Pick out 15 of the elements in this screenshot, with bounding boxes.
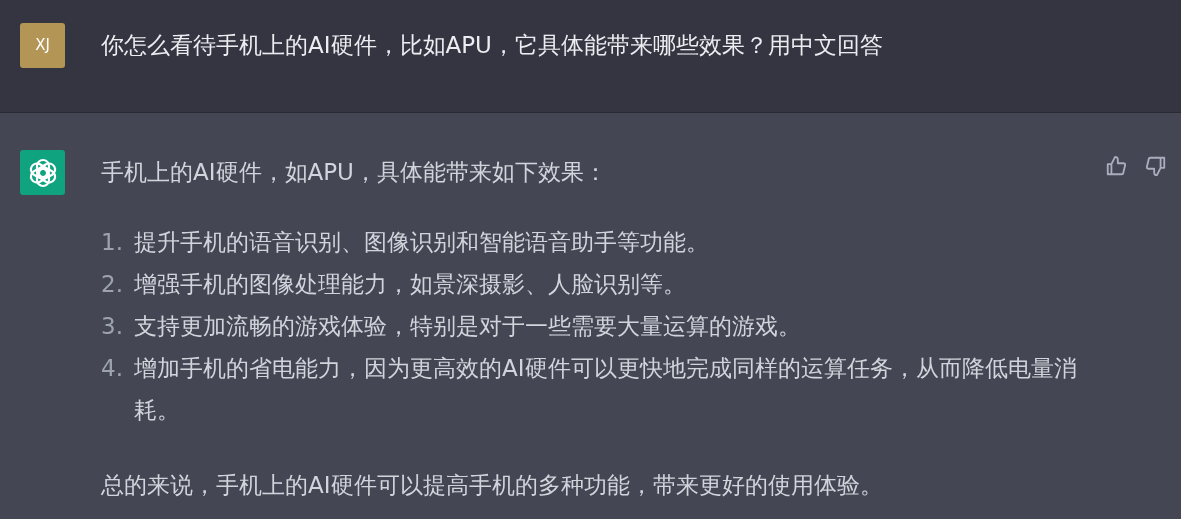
user-avatar: XJ <box>20 23 65 68</box>
list-number: 1. <box>101 228 124 257</box>
list-item: 增强手机的图像处理能力，如景深摄影、人脸识别等。 <box>134 270 687 299</box>
list-number: 2. <box>101 270 124 299</box>
list-item: 提升手机的语音识别、图像识别和智能语音助手等功能。 <box>134 228 710 257</box>
message-text: 手机上的AI硬件，如APU，具体能带来如下效果： <box>101 158 608 186</box>
list-item: 支持更加流畅的游戏体验，特别是对于一些需要大量运算的游戏。 <box>134 312 802 341</box>
list-number: 4. <box>101 354 124 383</box>
list-item: 增加手机的省电能力，因为更高效的AI硬件可以更快地完成同样的运算任务，从而降低电量消耗。 <box>134 354 1078 425</box>
thumbs-up-icon <box>1105 154 1127 177</box>
thumbs-down-icon <box>1145 154 1167 177</box>
thumbs-up-button[interactable] <box>1105 153 1127 177</box>
message-text: 总的来说，手机上的AI硬件可以提高手机的多种功能，带来更好的使用体验。 <box>101 471 884 500</box>
list-number: 3. <box>101 312 124 341</box>
user-message: 你怎么看待手机上的AI硬件，比如APU，它具体能带来哪些效果？用中文回答 <box>101 31 883 60</box>
